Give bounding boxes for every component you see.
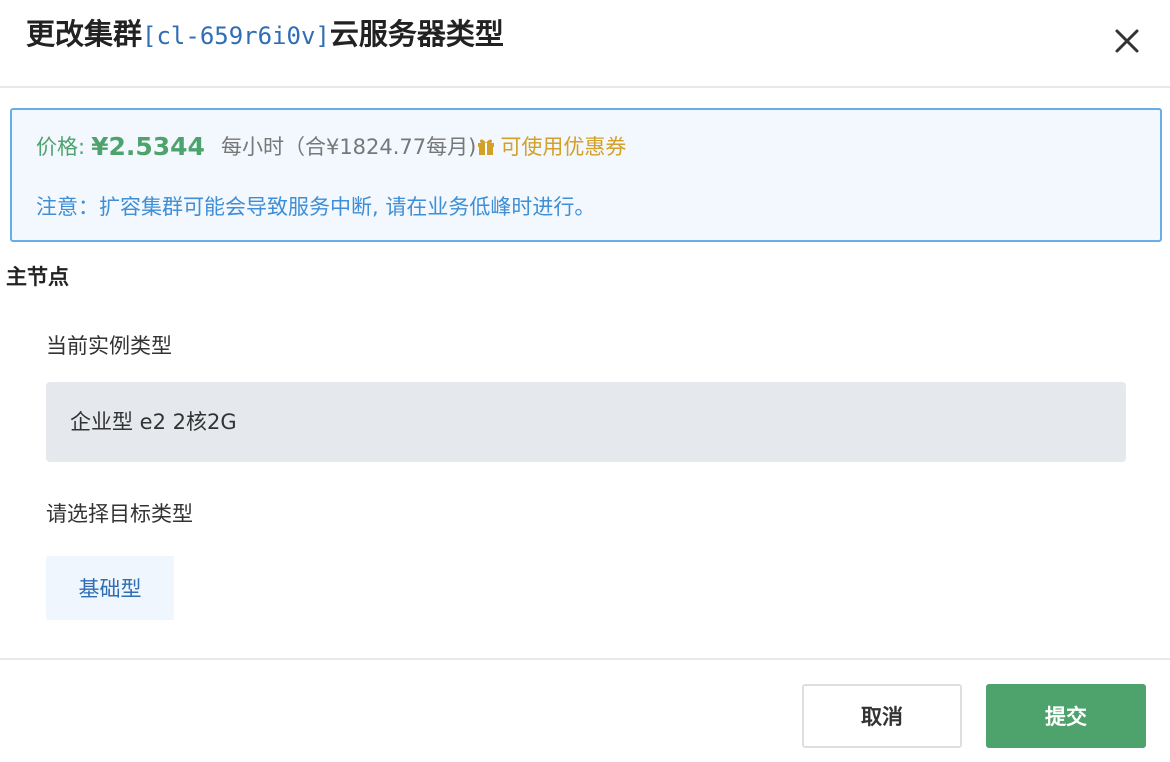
price-row: 价格: ¥2.5344 每小时（合¥1824.77每月) 可使用优惠券: [36, 128, 626, 164]
dialog-title-prefix: 更改集群: [26, 17, 143, 51]
price-notice: 价格: ¥2.5344 每小时（合¥1824.77每月) 可使用优惠券 注意：扩…: [10, 108, 1162, 242]
footer-divider: [0, 658, 1170, 660]
current-type-field: 企业型 e2 2核2G: [46, 382, 1126, 462]
close-icon: [1115, 29, 1139, 53]
price-unit: 每小时（合¥1824.77每月): [220, 135, 477, 159]
coupon-link[interactable]: 可使用优惠券: [476, 131, 626, 161]
price-value: ¥2.5344: [91, 131, 205, 161]
close-button[interactable]: [1108, 22, 1146, 60]
current-type-label: 当前实例类型: [46, 334, 172, 358]
current-type-value: 企业型 e2 2核2G: [70, 410, 237, 434]
target-type-label: 请选择目标类型: [46, 502, 193, 526]
gift-icon: [478, 139, 495, 155]
target-type-option-basic[interactable]: 基础型: [46, 556, 174, 620]
dialog-title-suffix: 云服务器类型: [329, 17, 504, 51]
cluster-id: [cl-659r6i0v]: [142, 22, 330, 50]
dialog-title: 更改集群[cl-659r6i0v]云服务器类型: [26, 14, 504, 56]
coupon-text: 可使用优惠券: [500, 135, 627, 159]
submit-button[interactable]: 提交: [986, 684, 1146, 748]
dialog-header: 更改集群[cl-659r6i0v]云服务器类型: [0, 0, 1170, 88]
cancel-button[interactable]: 取消: [802, 684, 962, 748]
section-title: 主节点: [6, 265, 69, 289]
warning-text: 注意：扩容集群可能会导致服务中断, 请在业务低峰时进行。: [36, 195, 596, 219]
price-label: 价格:: [36, 135, 86, 159]
